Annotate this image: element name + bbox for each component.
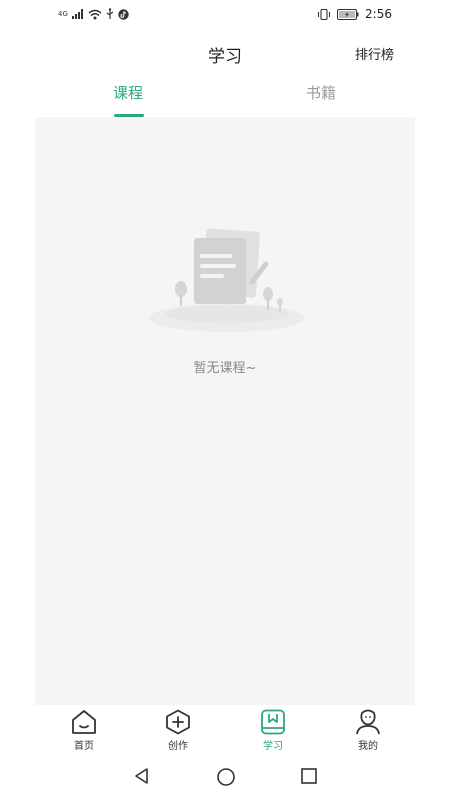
nav-label-mine: 我的 xyxy=(358,741,378,752)
home-circle-icon[interactable] xyxy=(216,767,236,787)
status-bar: 4G 2:56 xyxy=(0,0,450,30)
network-type-label: 4G xyxy=(58,9,68,18)
study-icon xyxy=(261,709,285,735)
system-nav-bar xyxy=(0,755,450,800)
recents-icon[interactable] xyxy=(300,767,318,785)
tab-books[interactable]: 书籍 xyxy=(281,82,361,103)
signal-icon xyxy=(71,9,83,19)
tab-courses[interactable]: 课程 xyxy=(88,82,168,103)
status-right-icons: 2:56 xyxy=(317,7,392,21)
ranking-button[interactable]: 排行榜 xyxy=(355,44,394,63)
create-icon xyxy=(166,709,190,735)
status-left-icons: 4G xyxy=(58,8,129,20)
nav-label-home: 首页 xyxy=(74,741,94,752)
nav-item-home[interactable]: 首页 xyxy=(54,709,114,752)
vibrate-icon xyxy=(317,8,331,20)
empty-document-illustration xyxy=(149,228,305,332)
usb-icon xyxy=(106,8,114,19)
nav-label-study: 学习 xyxy=(263,741,283,752)
wifi-icon xyxy=(88,9,102,19)
bottom-nav: 首页 创作 学习 我的 xyxy=(0,705,450,755)
battery-icon xyxy=(337,8,359,20)
nav-item-study[interactable]: 学习 xyxy=(243,709,303,752)
status-time: 2:56 xyxy=(365,7,392,21)
back-icon[interactable] xyxy=(133,767,151,785)
tiktok-icon xyxy=(118,8,129,20)
course-list-panel: 暂无课程~ xyxy=(35,117,415,705)
nav-item-mine[interactable]: 我的 xyxy=(338,709,398,752)
header: 学习 排行榜 xyxy=(0,30,450,74)
empty-state-message: 暂无课程~ xyxy=(193,361,257,376)
nav-item-create[interactable]: 创作 xyxy=(148,709,208,752)
nav-label-create: 创作 xyxy=(168,741,188,752)
home-icon xyxy=(72,710,96,734)
profile-icon xyxy=(356,709,380,735)
tab-bar: 课程 书籍 xyxy=(0,74,450,118)
